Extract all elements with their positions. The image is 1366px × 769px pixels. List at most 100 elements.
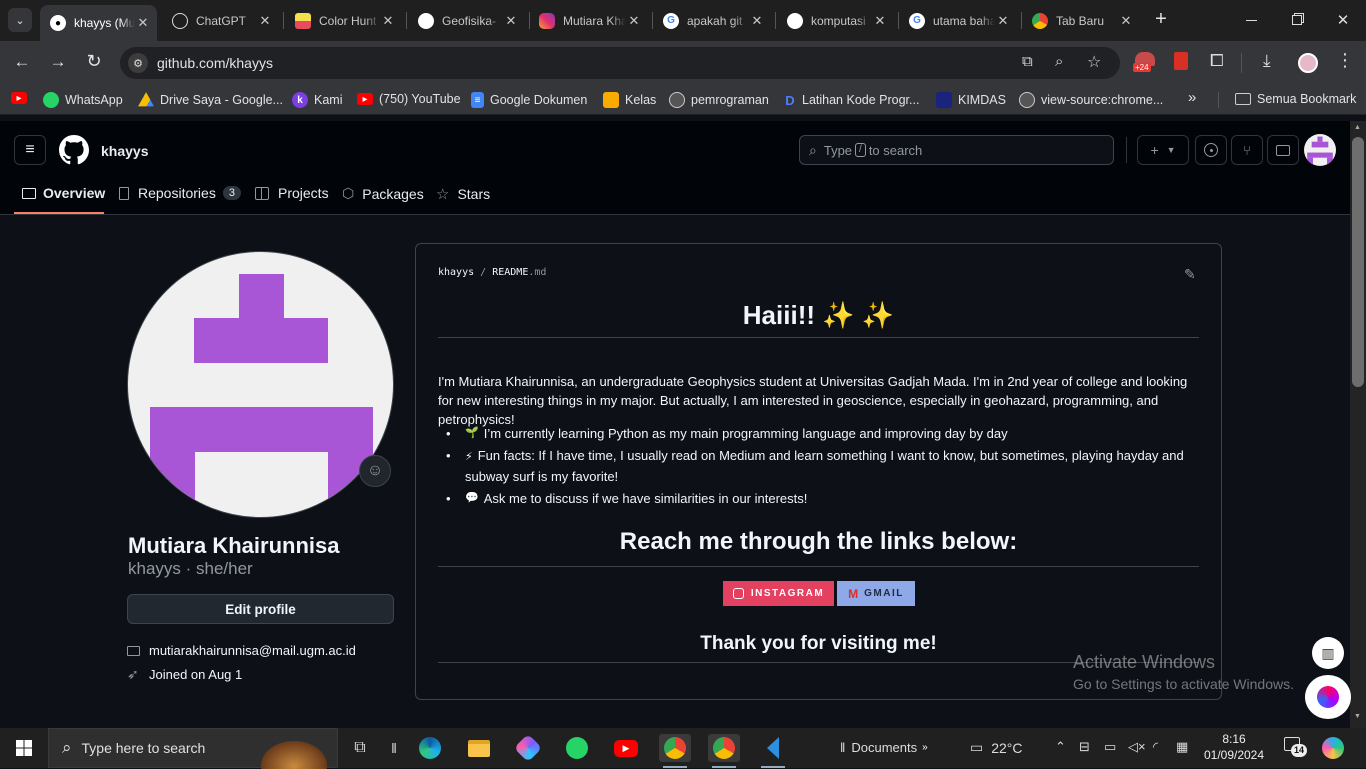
tab-colorhunt[interactable]: Color Hunt ✕ — [286, 6, 402, 35]
search-input[interactable]: ⌕ Type / to search — [799, 135, 1114, 165]
create-new-button[interactable]: + ▼ — [1137, 135, 1189, 165]
taskbar-copilot[interactable] — [512, 733, 544, 763]
bookmark-kami[interactable]: k Kami — [292, 92, 342, 108]
taskbar-edge[interactable] — [414, 734, 446, 762]
clock[interactable]: 8:16 01/09/2024 — [1200, 731, 1268, 763]
github-logo[interactable] — [59, 135, 89, 165]
edit-profile-button[interactable]: Edit profile — [127, 594, 394, 624]
pull-requests-button[interactable]: ⑂ — [1231, 135, 1263, 165]
tab-projects[interactable]: Projects — [255, 185, 329, 201]
tab-packages[interactable]: ⬡ Packages — [342, 185, 424, 202]
wifi-icon[interactable]: ◜ — [1153, 739, 1158, 755]
zoom-icon[interactable]: ⌕ — [1055, 53, 1063, 70]
tab-google-search-1[interactable]: G apakah git ✕ — [655, 6, 771, 35]
set-status-button[interactable]: ☺ — [359, 455, 391, 487]
task-view-button[interactable]: ⧉ — [344, 734, 376, 762]
instagram-badge-link[interactable]: INSTAGRAM — [723, 581, 834, 606]
inbox-button[interactable] — [1267, 135, 1299, 165]
all-bookmarks-button[interactable]: Semua Bookmark — [1235, 92, 1356, 106]
bookmark-kimdas[interactable]: KIMDAS — [936, 92, 1006, 108]
menu-button[interactable]: ≡ — [14, 135, 46, 165]
reload-button[interactable]: ↻ — [82, 51, 106, 73]
taskbar-chrome-1[interactable] — [659, 734, 691, 762]
copilot-tray-icon[interactable] — [1322, 737, 1344, 759]
keyboard-icon[interactable]: ▦ — [1176, 739, 1188, 755]
scroll-up-icon[interactable]: ▲ — [1354, 124, 1361, 131]
tab-new-tab[interactable]: Tab Baru ✕ — [1024, 6, 1140, 35]
tab-search-button[interactable]: ⌄ — [8, 8, 32, 32]
taskbar-documents-toolbar[interactable]: ‖ Documents » — [840, 740, 928, 755]
profile-email-link[interactable]: mutiarakhairunnisa@mail.ugm.ac.id — [149, 643, 356, 658]
bookmark-youtube[interactable]: ▸ — [11, 92, 33, 104]
install-app-icon[interactable]: ⧉ — [1022, 53, 1033, 70]
profile-avatar[interactable] — [1298, 53, 1318, 73]
scroll-down-icon[interactable]: ▼ — [1354, 713, 1361, 720]
taskbar-vscode[interactable] — [757, 734, 789, 762]
bookmark-docs[interactable]: ≡ Google Dokumen — [471, 92, 587, 108]
bookmark-youtube-750[interactable]: ▸ (750) YouTube — [357, 92, 461, 106]
bookmark-view-source[interactable]: view-source:chrome... — [1019, 92, 1163, 108]
back-button[interactable]: ← — [10, 52, 34, 74]
tab-stars[interactable]: ☆ Stars — [436, 185, 490, 203]
tab-overview[interactable]: Overview — [22, 185, 105, 201]
url-text[interactable]: github.com/khayys — [157, 55, 273, 71]
notification-center-button[interactable]: 14 — [1284, 737, 1308, 757]
volume-muted-icon[interactable]: ◁× — [1128, 739, 1146, 755]
site-info-icon[interactable]: ⚙ — [128, 53, 148, 73]
close-icon[interactable]: ✕ — [503, 13, 519, 29]
window-close-button[interactable]: ✕ — [1320, 0, 1366, 40]
extension-button[interactable]: +24 — [1133, 52, 1157, 76]
close-icon[interactable]: ✕ — [135, 15, 151, 31]
bookmark-star-icon[interactable]: ☆ — [1087, 52, 1101, 72]
downloads-icon[interactable]: ⤓ — [1263, 51, 1271, 71]
tab-google-search-2[interactable]: G utama bahasa ✕ — [901, 6, 1017, 35]
header-username[interactable]: khayys — [101, 143, 148, 159]
tab-geofisika[interactable]: Geofisika- ✕ — [409, 6, 525, 35]
pencil-icon[interactable]: ✎ — [1184, 266, 1196, 283]
tab-chatgpt[interactable]: ChatGPT ✕ — [163, 6, 279, 35]
user-avatar-button[interactable] — [1304, 134, 1336, 166]
taskbar-youtube[interactable]: ▶ — [610, 734, 642, 762]
onedrive-icon[interactable]: ⊟ — [1079, 739, 1090, 755]
bookmark-pemrograman[interactable]: pemrograman — [669, 92, 769, 108]
close-icon[interactable]: ✕ — [872, 13, 888, 29]
bookmarks-overflow-button[interactable]: » — [1188, 89, 1196, 106]
gmail-badge-link[interactable]: M GMAIL — [837, 581, 915, 606]
reading-mode-button[interactable]: ▥ — [1312, 637, 1344, 669]
extensions-puzzle-icon[interactable]: ⧠ — [1210, 51, 1224, 71]
more-menu-icon[interactable]: ⋮ — [1336, 50, 1354, 71]
bookmark-drive[interactable]: Drive Saya - Google... — [138, 92, 283, 108]
tab-komputasi[interactable]: komputasi ✕ — [778, 6, 894, 35]
tab-github-profile[interactable]: ● khayys (Mutiara Khairunnisa) ✕ — [40, 5, 157, 41]
taskbar-whatsapp[interactable] — [561, 734, 593, 762]
page-scrollbar[interactable]: ▲ ▼ — [1350, 121, 1366, 728]
pdf-extension-icon[interactable] — [1174, 52, 1188, 70]
taskbar-chrome-2[interactable] — [708, 734, 740, 762]
weather-widget[interactable]: ▭ 22°C — [970, 739, 1023, 756]
issues-button[interactable] — [1195, 135, 1227, 165]
close-icon[interactable]: ✕ — [626, 13, 642, 29]
minimize-button[interactable] — [1228, 0, 1274, 40]
close-icon[interactable]: ✕ — [749, 13, 765, 29]
tab-instagram[interactable]: Mutiara Khairunnisa ✕ — [532, 6, 648, 35]
close-icon[interactable]: ✕ — [995, 13, 1011, 29]
close-icon[interactable]: ✕ — [257, 13, 273, 29]
taskbar-file-explorer[interactable] — [463, 734, 495, 762]
readme-path-file[interactable]: README — [492, 267, 528, 278]
close-icon[interactable]: ✕ — [380, 13, 396, 29]
battery-icon[interactable]: ▭ — [1104, 739, 1116, 755]
bookmark-kelas[interactable]: Kelas — [603, 92, 656, 108]
address-bar[interactable]: ⚙ github.com/khayys ⧉ ⌕ ☆ — [120, 47, 1120, 79]
bookmark-latihan-kode[interactable]: D Latihan Kode Progr... — [784, 92, 919, 108]
bookmark-whatsapp[interactable]: WhatsApp — [43, 92, 123, 108]
tab-repositories[interactable]: Repositories 3 — [119, 185, 241, 201]
start-button[interactable] — [8, 734, 40, 762]
new-tab-button[interactable]: + — [1150, 9, 1172, 31]
restore-button[interactable] — [1274, 0, 1320, 40]
readme-path-user[interactable]: khayys — [438, 267, 474, 278]
show-hidden-icons-button[interactable]: ⌃ — [1055, 739, 1066, 755]
close-icon[interactable]: ✕ — [1118, 13, 1134, 29]
forward-button[interactable]: → — [46, 52, 70, 74]
assistant-floating-button[interactable] — [1305, 675, 1351, 719]
widgets-button[interactable]: ‖ — [378, 734, 410, 762]
